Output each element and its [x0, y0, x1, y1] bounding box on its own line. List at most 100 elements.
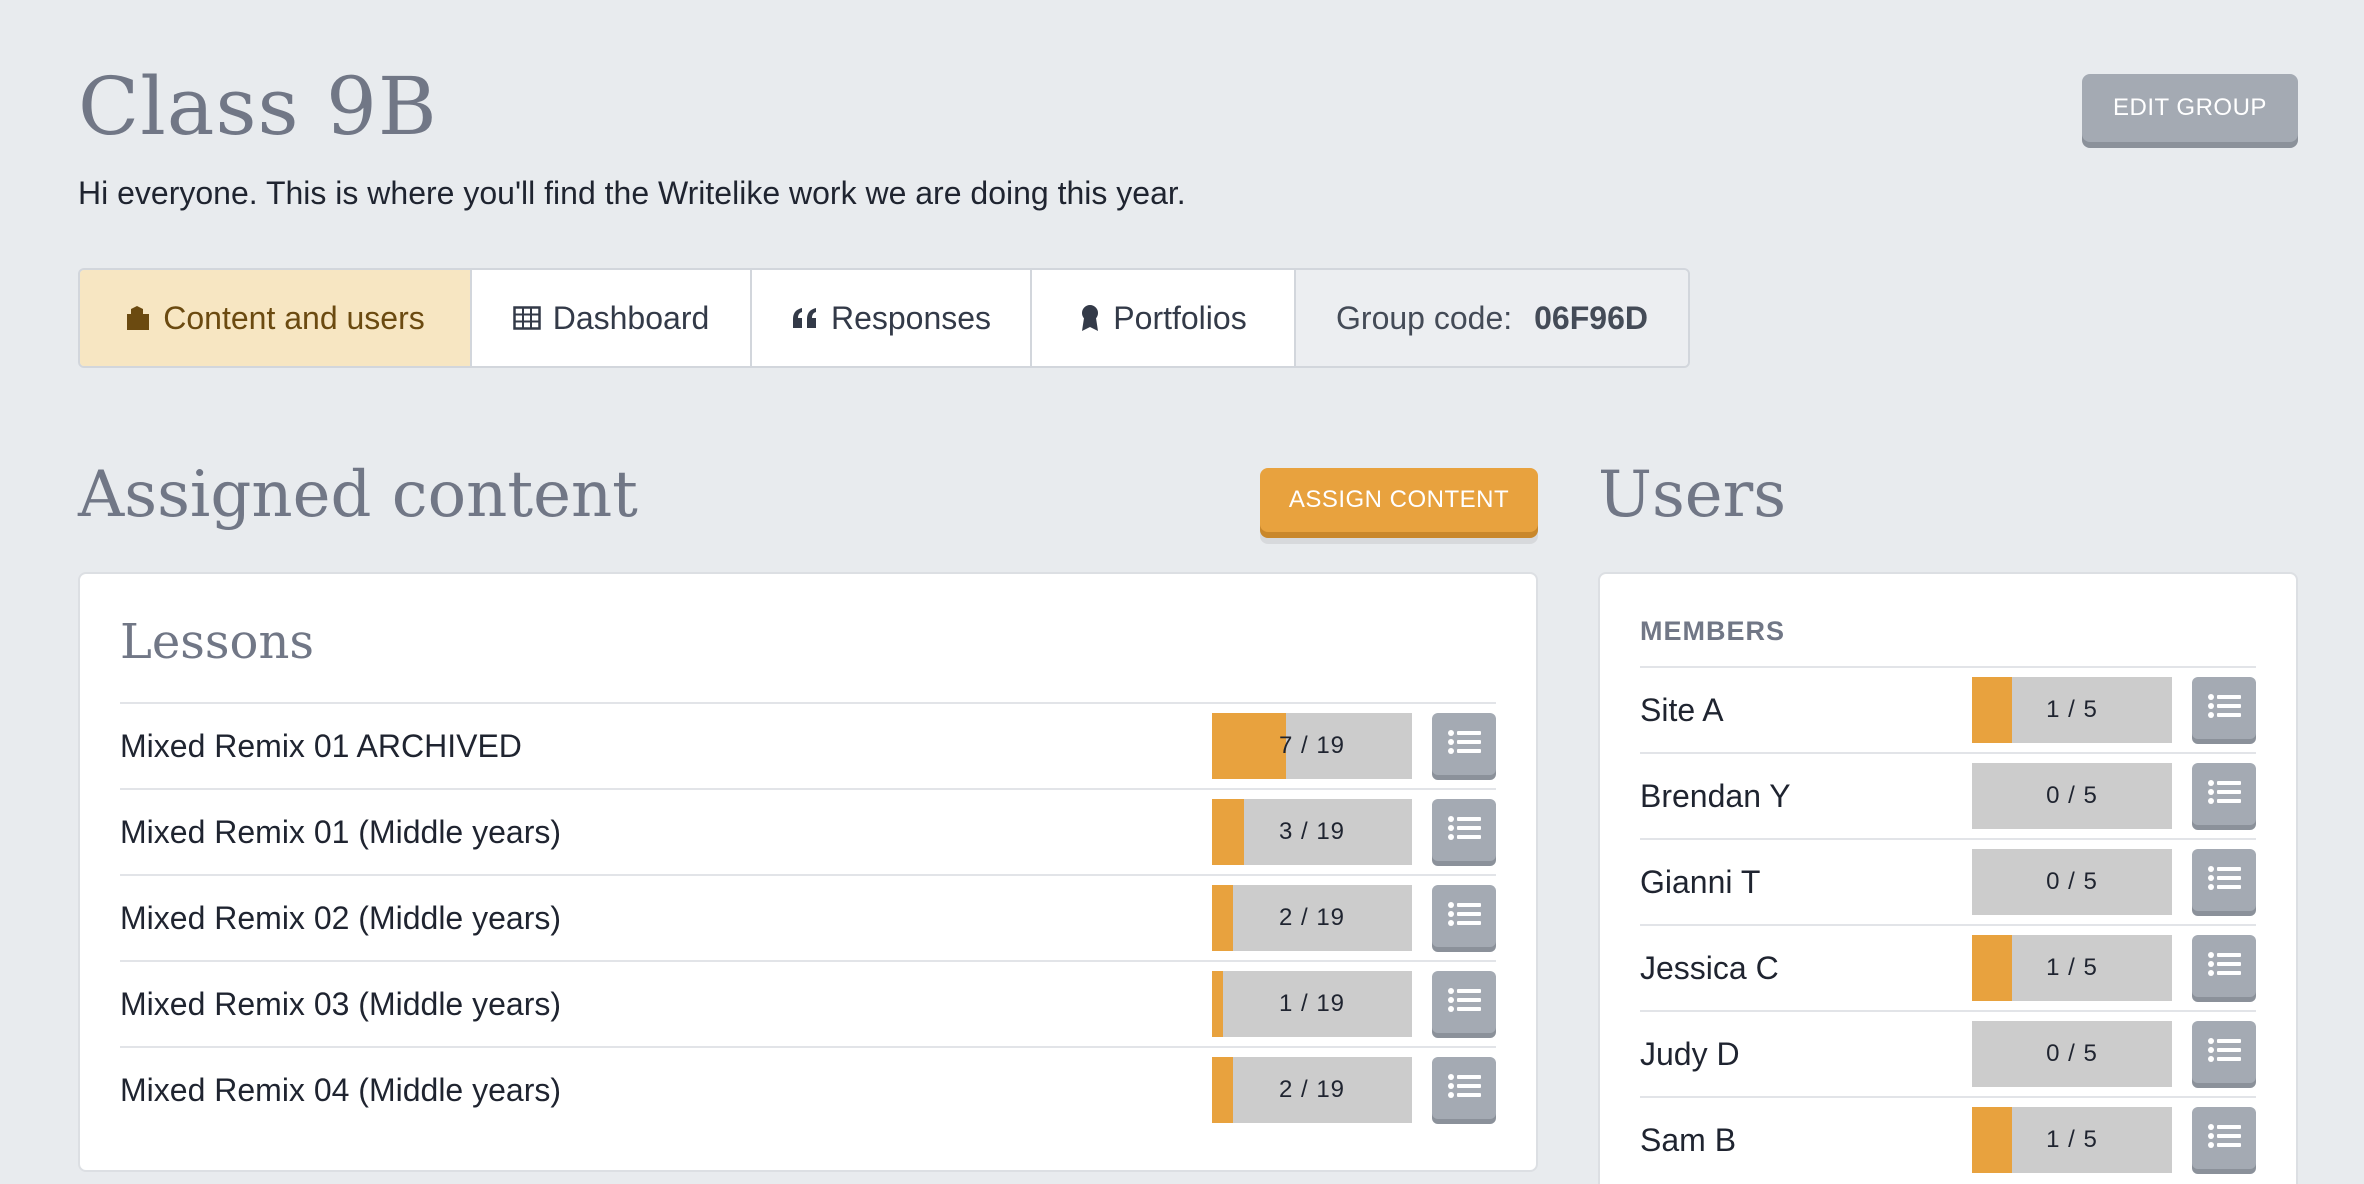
lesson-row-name[interactable]: Mixed Remix 02 (Middle years) [120, 900, 1212, 937]
lesson-row-name[interactable]: Mixed Remix 01 (Middle years) [120, 814, 1212, 851]
tab-label: Content and users [163, 299, 425, 336]
members-heading: MEMBERS [1640, 616, 1786, 646]
member-row-name[interactable]: Jessica C [1640, 950, 1972, 987]
tab-responses[interactable]: Responses [752, 270, 1032, 366]
details-list-button[interactable] [2192, 1021, 2256, 1083]
progress-bar: 7 / 19 [1212, 713, 1412, 779]
assigned-content-title: Assigned content [78, 458, 638, 532]
lesson-row-name[interactable]: Mixed Remix 01 ARCHIVED [120, 728, 1212, 765]
progress-bar: 2 / 19 [1212, 1057, 1412, 1123]
progress-fill [1972, 677, 2012, 743]
progress-fill [1212, 885, 1234, 951]
list-icon [1447, 987, 1481, 1018]
page-title: Class 9B [78, 60, 438, 153]
details-list-button[interactable] [1432, 799, 1496, 861]
tab-dashboard[interactable]: Dashboard [472, 270, 752, 366]
group-tabs: Content and users Dashboard Responses Po… [78, 268, 1690, 368]
member-row: Brendan Y 0 / 5 [1640, 752, 2256, 838]
lesson-row-name[interactable]: Mixed Remix 04 (Middle years) [120, 1072, 1212, 1109]
progress-bar: 1 / 5 [1972, 935, 2172, 1001]
list-icon [2207, 865, 2241, 896]
assign-content-button[interactable]: ASSIGN CONTENT [1260, 468, 1538, 532]
list-icon [2207, 951, 2241, 982]
member-row: Judy D 0 / 5 [1640, 1010, 2256, 1096]
progress-text: 0 / 5 [2046, 1040, 2098, 1067]
details-list-button[interactable] [1432, 885, 1496, 947]
progress-text: 0 / 5 [2046, 782, 2098, 809]
member-row: Jessica C 1 / 5 [1640, 924, 2256, 1010]
progress-bar: 0 / 5 [1972, 763, 2172, 829]
group-code: Group code: 06F96D [1296, 270, 1688, 366]
tab-content-and-users[interactable]: Content and users [80, 270, 472, 366]
tab-label: Dashboard [552, 299, 710, 336]
progress-fill [1212, 713, 1286, 779]
progress-fill [1972, 935, 2012, 1001]
members-list: Site A 1 / 5 Brendan Y 0 / 5 Gianni T 0 / 5 Je… [1640, 666, 2256, 1182]
quote-icon [791, 306, 819, 330]
list-icon [2207, 779, 2241, 810]
award-icon [1079, 303, 1101, 333]
progress-fill [1972, 1107, 2012, 1173]
member-row-name[interactable]: Judy D [1640, 1036, 1972, 1073]
progress-text: 0 / 5 [2046, 868, 2098, 895]
list-icon [2207, 1037, 2241, 1068]
progress-bar: 1 / 19 [1212, 971, 1412, 1037]
list-icon [1447, 729, 1481, 760]
member-row: Gianni T 0 / 5 [1640, 838, 2256, 924]
member-row-name[interactable]: Sam B [1640, 1122, 1972, 1159]
tab-label: Portfolios [1113, 299, 1247, 336]
progress-text: 1 / 5 [2046, 696, 2098, 723]
edit-group-button[interactable]: EDIT GROUP [2082, 74, 2298, 142]
member-row: Site A 1 / 5 [1640, 666, 2256, 752]
tab-portfolios[interactable]: Portfolios [1032, 270, 1296, 366]
list-icon [2207, 693, 2241, 724]
lesson-row: Mixed Remix 03 (Middle years) 1 / 19 [120, 960, 1496, 1046]
member-row-name[interactable]: Gianni T [1640, 864, 1972, 901]
list-icon [2207, 1123, 2241, 1154]
progress-text: 1 / 5 [2046, 954, 2098, 981]
group-code-value: 06F96D [1534, 299, 1648, 336]
member-row-name[interactable]: Site A [1640, 692, 1972, 729]
lessons-list: Mixed Remix 01 ARCHIVED 7 / 19 Mixed Remix… [120, 702, 1496, 1132]
progress-text: 3 / 19 [1278, 818, 1346, 845]
lesson-row: Mixed Remix 04 (Middle years) 2 / 19 [120, 1046, 1496, 1132]
lesson-row: Mixed Remix 01 (Middle years) 3 / 19 [120, 788, 1496, 874]
details-list-button[interactable] [2192, 935, 2256, 997]
list-icon [1447, 901, 1481, 932]
list-icon [1447, 1073, 1481, 1104]
progress-fill [1212, 799, 1244, 865]
details-list-button[interactable] [1432, 971, 1496, 1033]
progress-text: 1 / 19 [1278, 990, 1346, 1017]
details-list-button[interactable] [2192, 763, 2256, 825]
progress-fill [1212, 1057, 1234, 1123]
progress-text: 1 / 5 [2046, 1126, 2098, 1153]
folder-icon [125, 304, 151, 332]
tab-label: Responses [830, 299, 992, 336]
progress-fill [1212, 971, 1223, 1037]
details-list-button[interactable] [1432, 713, 1496, 775]
progress-bar: 1 / 5 [1972, 677, 2172, 743]
progress-bar: 3 / 19 [1212, 799, 1412, 865]
users-card: MEMBERS Site A1 / 5 Brendan Y0 / 5 Gianni … [1598, 572, 2298, 1184]
progress-bar: 1 / 5 [1972, 1107, 2172, 1173]
group-code-label: Group code: [1336, 299, 1513, 336]
group-description: Hi everyone. This is where you'll find t… [78, 175, 1186, 211]
details-list-button[interactable] [1432, 1057, 1496, 1119]
users-title: Users [1598, 458, 1787, 532]
progress-text: 2 / 19 [1278, 1076, 1346, 1103]
progress-text: 7 / 19 [1278, 732, 1346, 759]
lesson-row: Mixed Remix 02 (Middle years) 2 / 19 [120, 874, 1496, 960]
member-row-name[interactable]: Brendan Y [1640, 778, 1972, 815]
lessons-card: Lessons Mixed Remix 01 ARCHIVED 7 / 19 Mix… [78, 572, 1538, 1172]
progress-bar: 2 / 19 [1212, 885, 1412, 951]
member-row: Sam B 1 / 5 [1640, 1096, 2256, 1182]
details-list-button[interactable] [2192, 849, 2256, 911]
lessons-heading: Lessons [120, 614, 314, 670]
details-list-button[interactable] [2192, 1107, 2256, 1169]
progress-bar: 0 / 5 [1972, 1021, 2172, 1087]
progress-text: 2 / 19 [1278, 904, 1346, 931]
details-list-button[interactable] [2192, 677, 2256, 739]
list-icon [1447, 815, 1481, 846]
lesson-row-name[interactable]: Mixed Remix 03 (Middle years) [120, 986, 1212, 1023]
lesson-row: Mixed Remix 01 ARCHIVED 7 / 19 [120, 702, 1496, 788]
